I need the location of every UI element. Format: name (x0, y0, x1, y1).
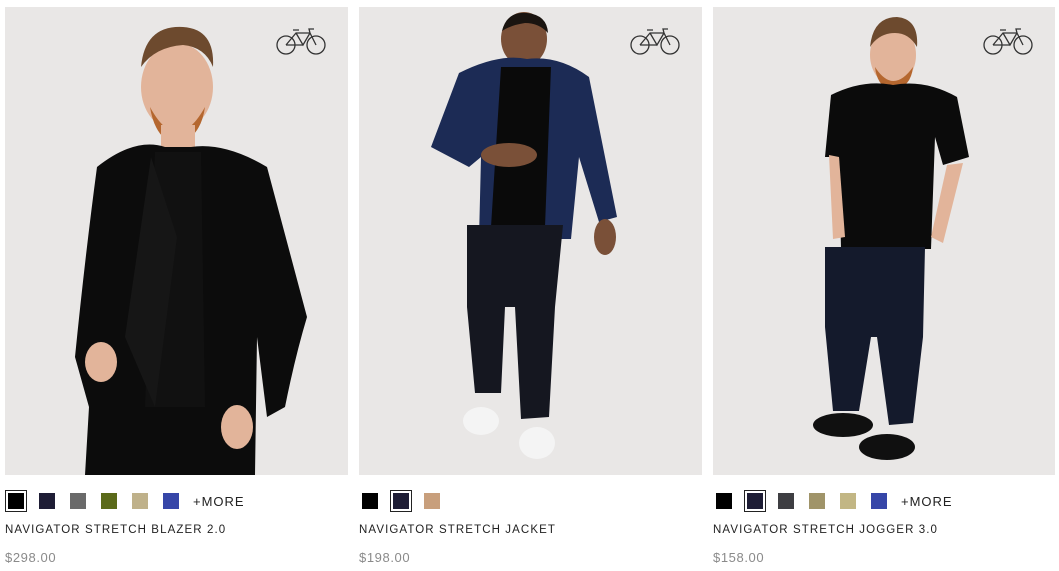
swatch-blue[interactable] (868, 490, 890, 512)
swatch-black[interactable] (359, 490, 381, 512)
bicycle-icon (630, 28, 680, 55)
swatch-navy[interactable] (390, 490, 412, 512)
color-swatches (359, 489, 702, 513)
swatch-gray[interactable] (67, 490, 89, 512)
product-image[interactable] (359, 7, 702, 475)
product-image[interactable] (5, 7, 348, 475)
swatch-khaki[interactable] (837, 490, 859, 512)
product-card: +MORE NAVIGATOR STRETCH JOGGER 3.0 $158.… (713, 7, 1055, 565)
model-photo (431, 12, 617, 459)
swatch-navy[interactable] (744, 490, 766, 512)
product-grid: +MORE NAVIGATOR STRETCH BLAZER 2.0 $298.… (5, 7, 1055, 565)
swatch-charcoal[interactable] (775, 490, 797, 512)
swatch-navy[interactable] (36, 490, 58, 512)
product-card: +MORE NAVIGATOR STRETCH BLAZER 2.0 $298.… (5, 7, 348, 565)
swatch-blue[interactable] (160, 490, 182, 512)
swatch-tan[interactable] (421, 490, 443, 512)
product-name[interactable]: NAVIGATOR STRETCH JACKET (359, 524, 702, 536)
bicycle-icon (983, 28, 1033, 55)
product-image[interactable] (713, 7, 1055, 475)
model-photo (813, 17, 969, 460)
bicycle-icon (276, 28, 326, 55)
swatch-khaki[interactable] (129, 490, 151, 512)
product-name[interactable]: NAVIGATOR STRETCH BLAZER 2.0 (5, 524, 348, 536)
swatch-olive[interactable] (98, 490, 120, 512)
swatch-black[interactable] (713, 490, 735, 512)
swatch-black[interactable] (5, 490, 27, 512)
more-colors-link[interactable]: +MORE (193, 494, 245, 509)
model-photo (75, 26, 307, 475)
swatch-olive-khaki[interactable] (806, 490, 828, 512)
color-swatches: +MORE (713, 489, 1055, 513)
product-name[interactable]: NAVIGATOR STRETCH JOGGER 3.0 (713, 524, 1055, 536)
product-card: NAVIGATOR STRETCH JACKET $198.00 (359, 7, 702, 565)
more-colors-link[interactable]: +MORE (901, 494, 953, 509)
product-price: $158.00 (713, 550, 765, 565)
color-swatches: +MORE (5, 489, 348, 513)
product-price: $298.00 (5, 550, 57, 565)
product-price: $198.00 (359, 550, 411, 565)
